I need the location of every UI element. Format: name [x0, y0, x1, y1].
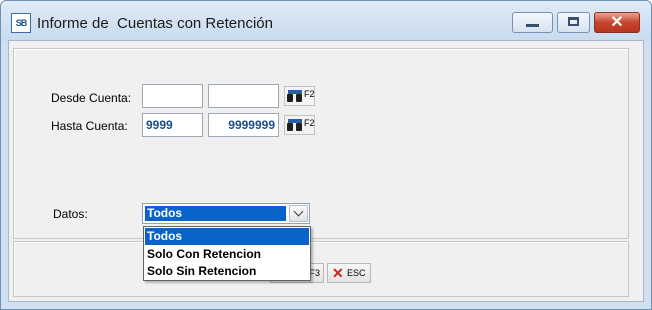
hasta-lookup-button[interactable]: F2: [284, 115, 315, 135]
maximize-button[interactable]: [557, 12, 590, 33]
lookup-key-label: F2: [304, 118, 315, 128]
window-title: Informe de Cuentas con Retención: [37, 15, 273, 32]
hasta-cuenta-input-1[interactable]: 9999: [142, 113, 203, 137]
minimize-button[interactable]: [512, 12, 553, 33]
hasta-cuenta-input-2[interactable]: 9999999: [208, 113, 279, 137]
close-icon: ✕: [610, 14, 624, 31]
datos-selected-value: Todos: [145, 206, 286, 221]
chevron-down-icon: [293, 206, 304, 217]
desde-lookup-button[interactable]: F2: [284, 86, 315, 106]
desde-cuenta-input-2[interactable]: [208, 84, 279, 108]
dropdown-option-con-retencion[interactable]: Solo Con Retencion: [145, 246, 309, 263]
desde-cuenta-label: Desde Cuenta:: [51, 91, 132, 105]
lookup-key-label: F2: [304, 89, 315, 99]
app-logo-icon: SB: [11, 13, 31, 33]
close-button[interactable]: ✕: [594, 12, 640, 33]
title-bar[interactable]: SB Informe de Cuentas con Retención ✕: [1, 1, 651, 41]
esc-label: ESC: [347, 268, 366, 278]
maximize-icon: [568, 17, 579, 26]
hasta-cuenta-label: Hasta Cuenta:: [51, 119, 128, 133]
filter-panel: [13, 48, 629, 239]
datos-dropdown-button[interactable]: [289, 205, 308, 222]
datos-combobox[interactable]: Todos: [142, 203, 310, 224]
datos-dropdown-list: Todos Solo Con Retencion Solo Sin Retenc…: [143, 226, 311, 281]
dropdown-option-sin-retencion[interactable]: Solo Sin Retencion: [145, 263, 309, 280]
close-icon: ✕: [332, 265, 344, 281]
f3-label: F3: [309, 268, 320, 278]
binoculars-icon: [287, 119, 303, 132]
datos-label: Datos:: [53, 207, 88, 221]
binoculars-icon: [287, 90, 303, 103]
minimize-icon: [526, 24, 539, 27]
esc-button[interactable]: ✕ ESC: [327, 263, 371, 283]
dropdown-option-todos[interactable]: Todos: [145, 228, 309, 245]
desde-cuenta-input-1[interactable]: [142, 84, 203, 108]
